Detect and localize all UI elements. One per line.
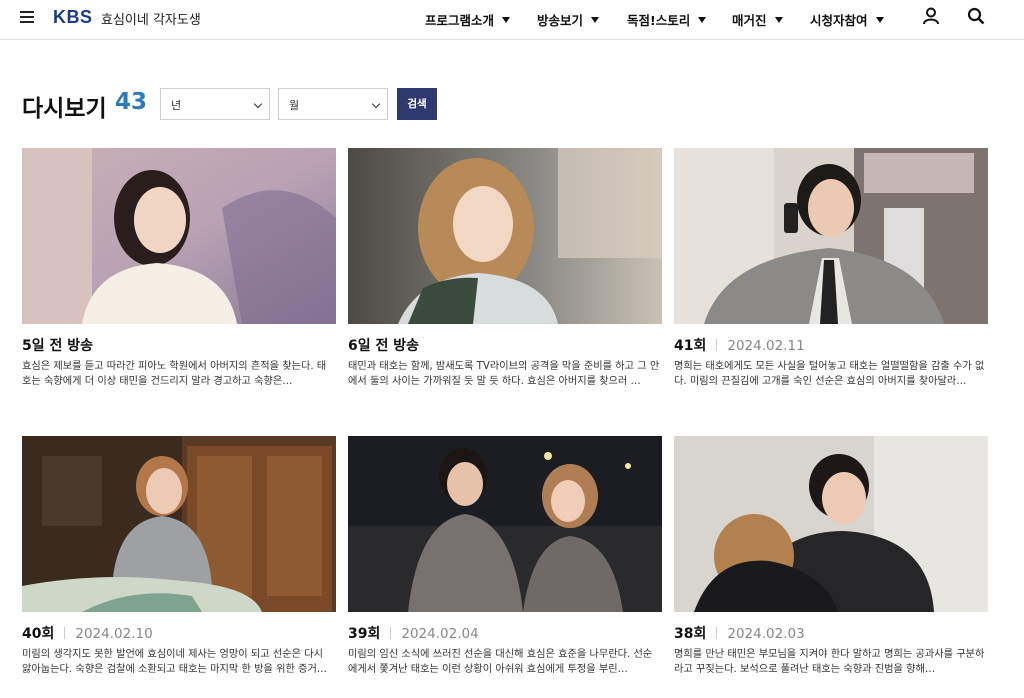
user-icon[interactable]: [922, 7, 940, 25]
chevron-down-icon: [371, 99, 381, 109]
episode-card[interactable]: 40회 2024.02.10 미림의 생각지도 못한 발언에 효심이네 제사는 엉…: [22, 436, 338, 677]
search-button[interactable]: 검색: [397, 88, 437, 120]
episode-title-row: 38회 2024.02.03: [674, 623, 990, 643]
episode-date: 2024.02.04: [401, 626, 479, 642]
episode-description: 명희는 태호에게도 모든 사실을 털어놓고 태호는 얼떨떨함을 감출 수가 없다…: [674, 361, 985, 387]
search-icon[interactable]: [967, 7, 985, 25]
nav-magazine[interactable]: 매거진: [732, 10, 783, 29]
divider: [716, 339, 718, 351]
chevron-down-icon: [253, 99, 263, 109]
show-title[interactable]: 효심이네 각자도생: [101, 9, 201, 28]
episode-description: 효심은 제보를 듣고 따라간 피아노 학원에서 아버지의 흔적을 찾는다. 태호…: [22, 361, 327, 387]
nav-viewer-participation[interactable]: 시청자참여: [810, 10, 884, 29]
episode-date: 2024.02.11: [727, 338, 805, 354]
episode-date: 2024.02.10: [75, 626, 153, 642]
episode-title: 38회: [674, 626, 707, 642]
kbs-logo[interactable]: KBS: [53, 7, 93, 28]
episode-thumbnail[interactable]: [22, 148, 336, 324]
episode-title-row: 41회 2024.02.11: [674, 335, 990, 355]
divider: [716, 627, 718, 639]
episode-count: 43: [115, 89, 148, 115]
chevron-down-icon: [591, 17, 600, 23]
nav-label: 방송보기: [537, 13, 584, 28]
month-select[interactable]: 월: [278, 88, 388, 120]
divider: [64, 627, 66, 639]
episode-thumbnail[interactable]: [674, 148, 988, 324]
episode-thumbnail[interactable]: [22, 436, 336, 612]
nav-program-info[interactable]: 프로그램소개: [425, 10, 511, 29]
episode-description: 태민과 태호는 함께, 밤새도록 TV라이브의 공격을 막을 준비를 하고 그 …: [348, 361, 660, 387]
year-select-value: 년: [171, 99, 182, 112]
episode-title: 5일 전 방송: [22, 338, 94, 354]
episode-title-row: 6일 전 방송: [348, 335, 664, 355]
nav-label: 시청자참여: [810, 13, 868, 28]
menu-icon[interactable]: [20, 9, 36, 25]
chevron-down-icon: [774, 17, 783, 23]
page-title: 다시보기: [22, 96, 107, 122]
episode-card[interactable]: 6일 전 방송 태민과 태호는 함께, 밤새도록 TV라이브의 공격을 막을 준…: [348, 148, 664, 389]
episode-date: 2024.02.03: [727, 626, 805, 642]
site-header: KBS 효심이네 각자도생 프로그램소개 방송보기 독점!스토리 매거진 시청자…: [0, 0, 1024, 40]
episode-title: 41회: [674, 338, 707, 354]
episode-title: 40회: [22, 626, 55, 642]
episode-description: 미림의 생각지도 못한 발언에 효심이네 제사는 엉망이 되고 선순은 다시 앓…: [22, 649, 327, 675]
episode-card[interactable]: 39회 2024.02.04 미림의 임신 소식에 쓰러진 선순을 대신해 효심은…: [348, 436, 664, 677]
episode-title: 39회: [348, 626, 381, 642]
episode-title-row: 40회 2024.02.10: [22, 623, 338, 643]
episode-thumbnail[interactable]: [674, 436, 988, 612]
month-select-value: 월: [289, 99, 300, 112]
episode-card[interactable]: 5일 전 방송 효심은 제보를 듣고 따라간 피아노 학원에서 아버지의 흔적을…: [22, 148, 338, 389]
nav-label: 프로그램소개: [425, 13, 495, 28]
chevron-down-icon: [502, 17, 511, 23]
chevron-down-icon: [698, 17, 707, 23]
episode-thumbnail[interactable]: [348, 436, 662, 612]
episode-title: 6일 전 방송: [348, 338, 420, 354]
divider: [390, 627, 392, 639]
chevron-down-icon: [875, 17, 884, 23]
episode-title-row: 39회 2024.02.04: [348, 623, 664, 643]
episode-title-row: 5일 전 방송: [22, 335, 338, 355]
episode-description: 미림의 임신 소식에 쓰러진 선순을 대신해 효심은 효준을 나무란다. 선순에…: [348, 649, 653, 675]
episode-thumbnail[interactable]: [348, 148, 662, 324]
nav-label: 매거진: [732, 13, 767, 28]
episode-card[interactable]: 38회 2024.02.03 명희를 만난 태민은 부모님을 지켜야 한다 말하고…: [674, 436, 990, 677]
year-select[interactable]: 년: [160, 88, 270, 120]
nav-exclusive-story[interactable]: 독점!스토리: [627, 10, 707, 29]
nav-broadcast[interactable]: 방송보기: [537, 10, 600, 29]
nav-label: 독점!스토리: [627, 13, 691, 28]
episode-description: 명희를 만난 태민은 부모님을 지켜야 한다 말하고 명희는 공과사를 구분하라…: [674, 649, 985, 675]
episode-card[interactable]: 41회 2024.02.11 명희는 태호에게도 모든 사실을 털어놓고 태호는 …: [674, 148, 990, 389]
